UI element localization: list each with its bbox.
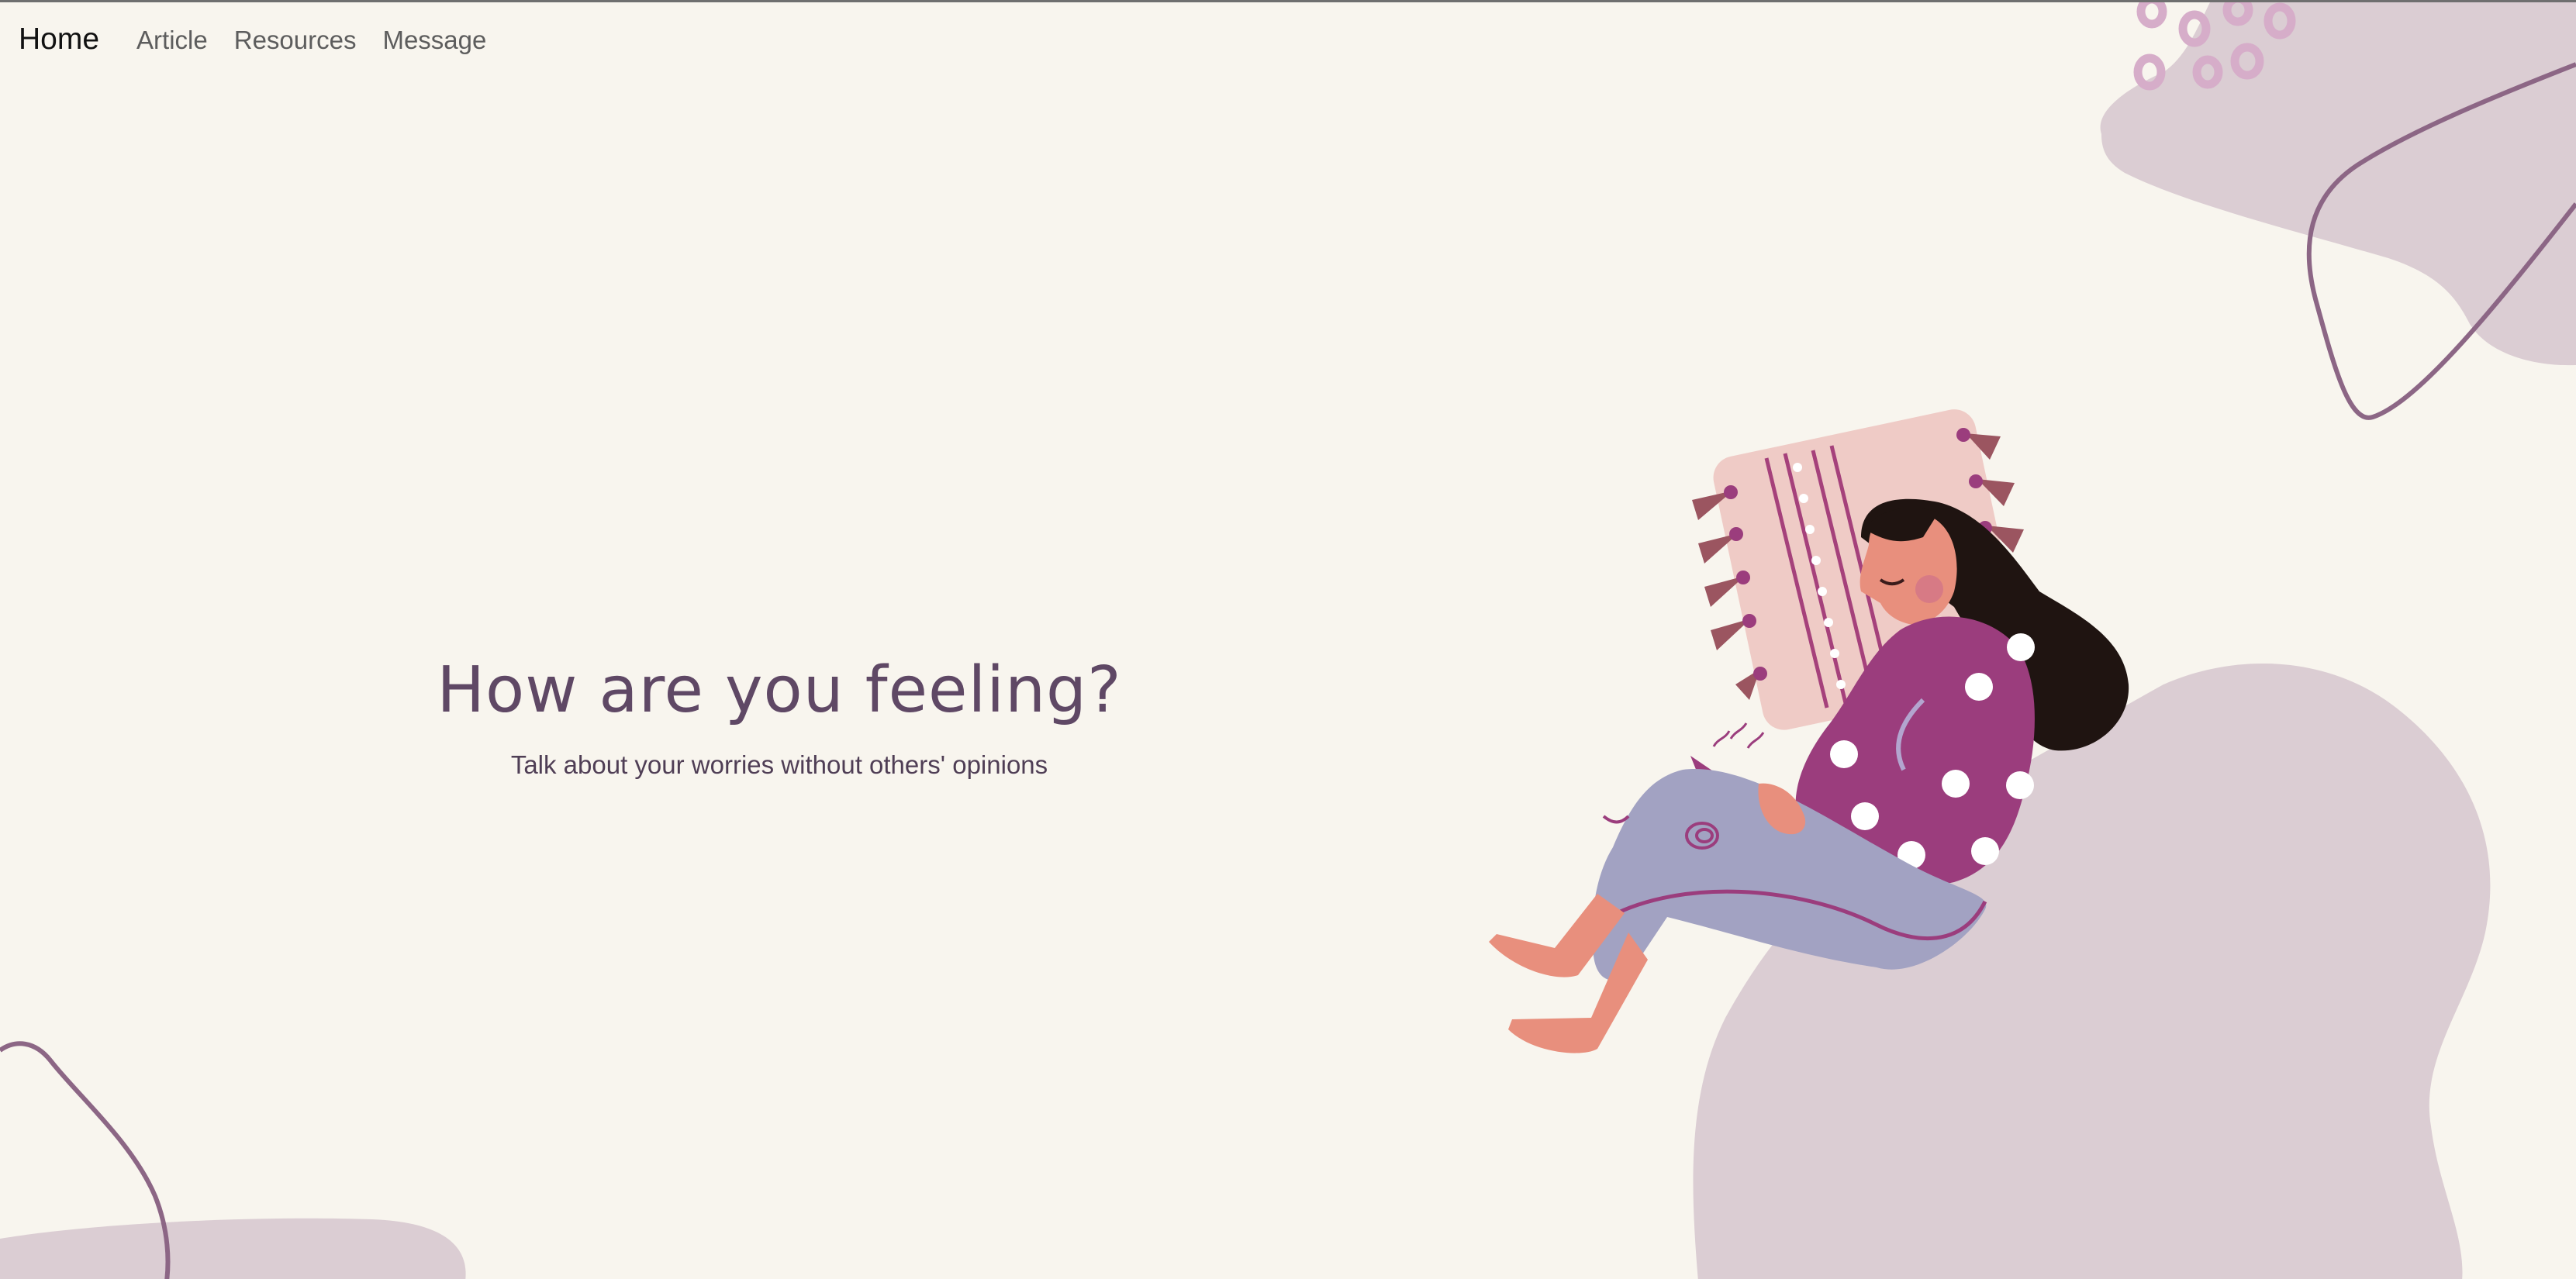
page: Home Article Resources Message How are y… bbox=[0, 0, 2576, 1279]
nav-home-link[interactable]: Home bbox=[19, 22, 99, 57]
woman-with-pillow-illustration bbox=[1489, 409, 2129, 1053]
nav-resources-link[interactable]: Resources bbox=[234, 26, 357, 55]
hero-title: How are you feeling? bbox=[437, 653, 1122, 727]
book-lines bbox=[1712, 722, 1765, 749]
nav-message-link[interactable]: Message bbox=[382, 26, 486, 55]
hero-subtitle: Talk about your worries without others' … bbox=[510, 750, 1048, 779]
nav-article-link[interactable]: Article bbox=[136, 26, 208, 55]
top-navigation: Home Article Resources Message bbox=[19, 22, 486, 57]
hero-section: How are you feeling? Talk about your wor… bbox=[0, 653, 1559, 780]
